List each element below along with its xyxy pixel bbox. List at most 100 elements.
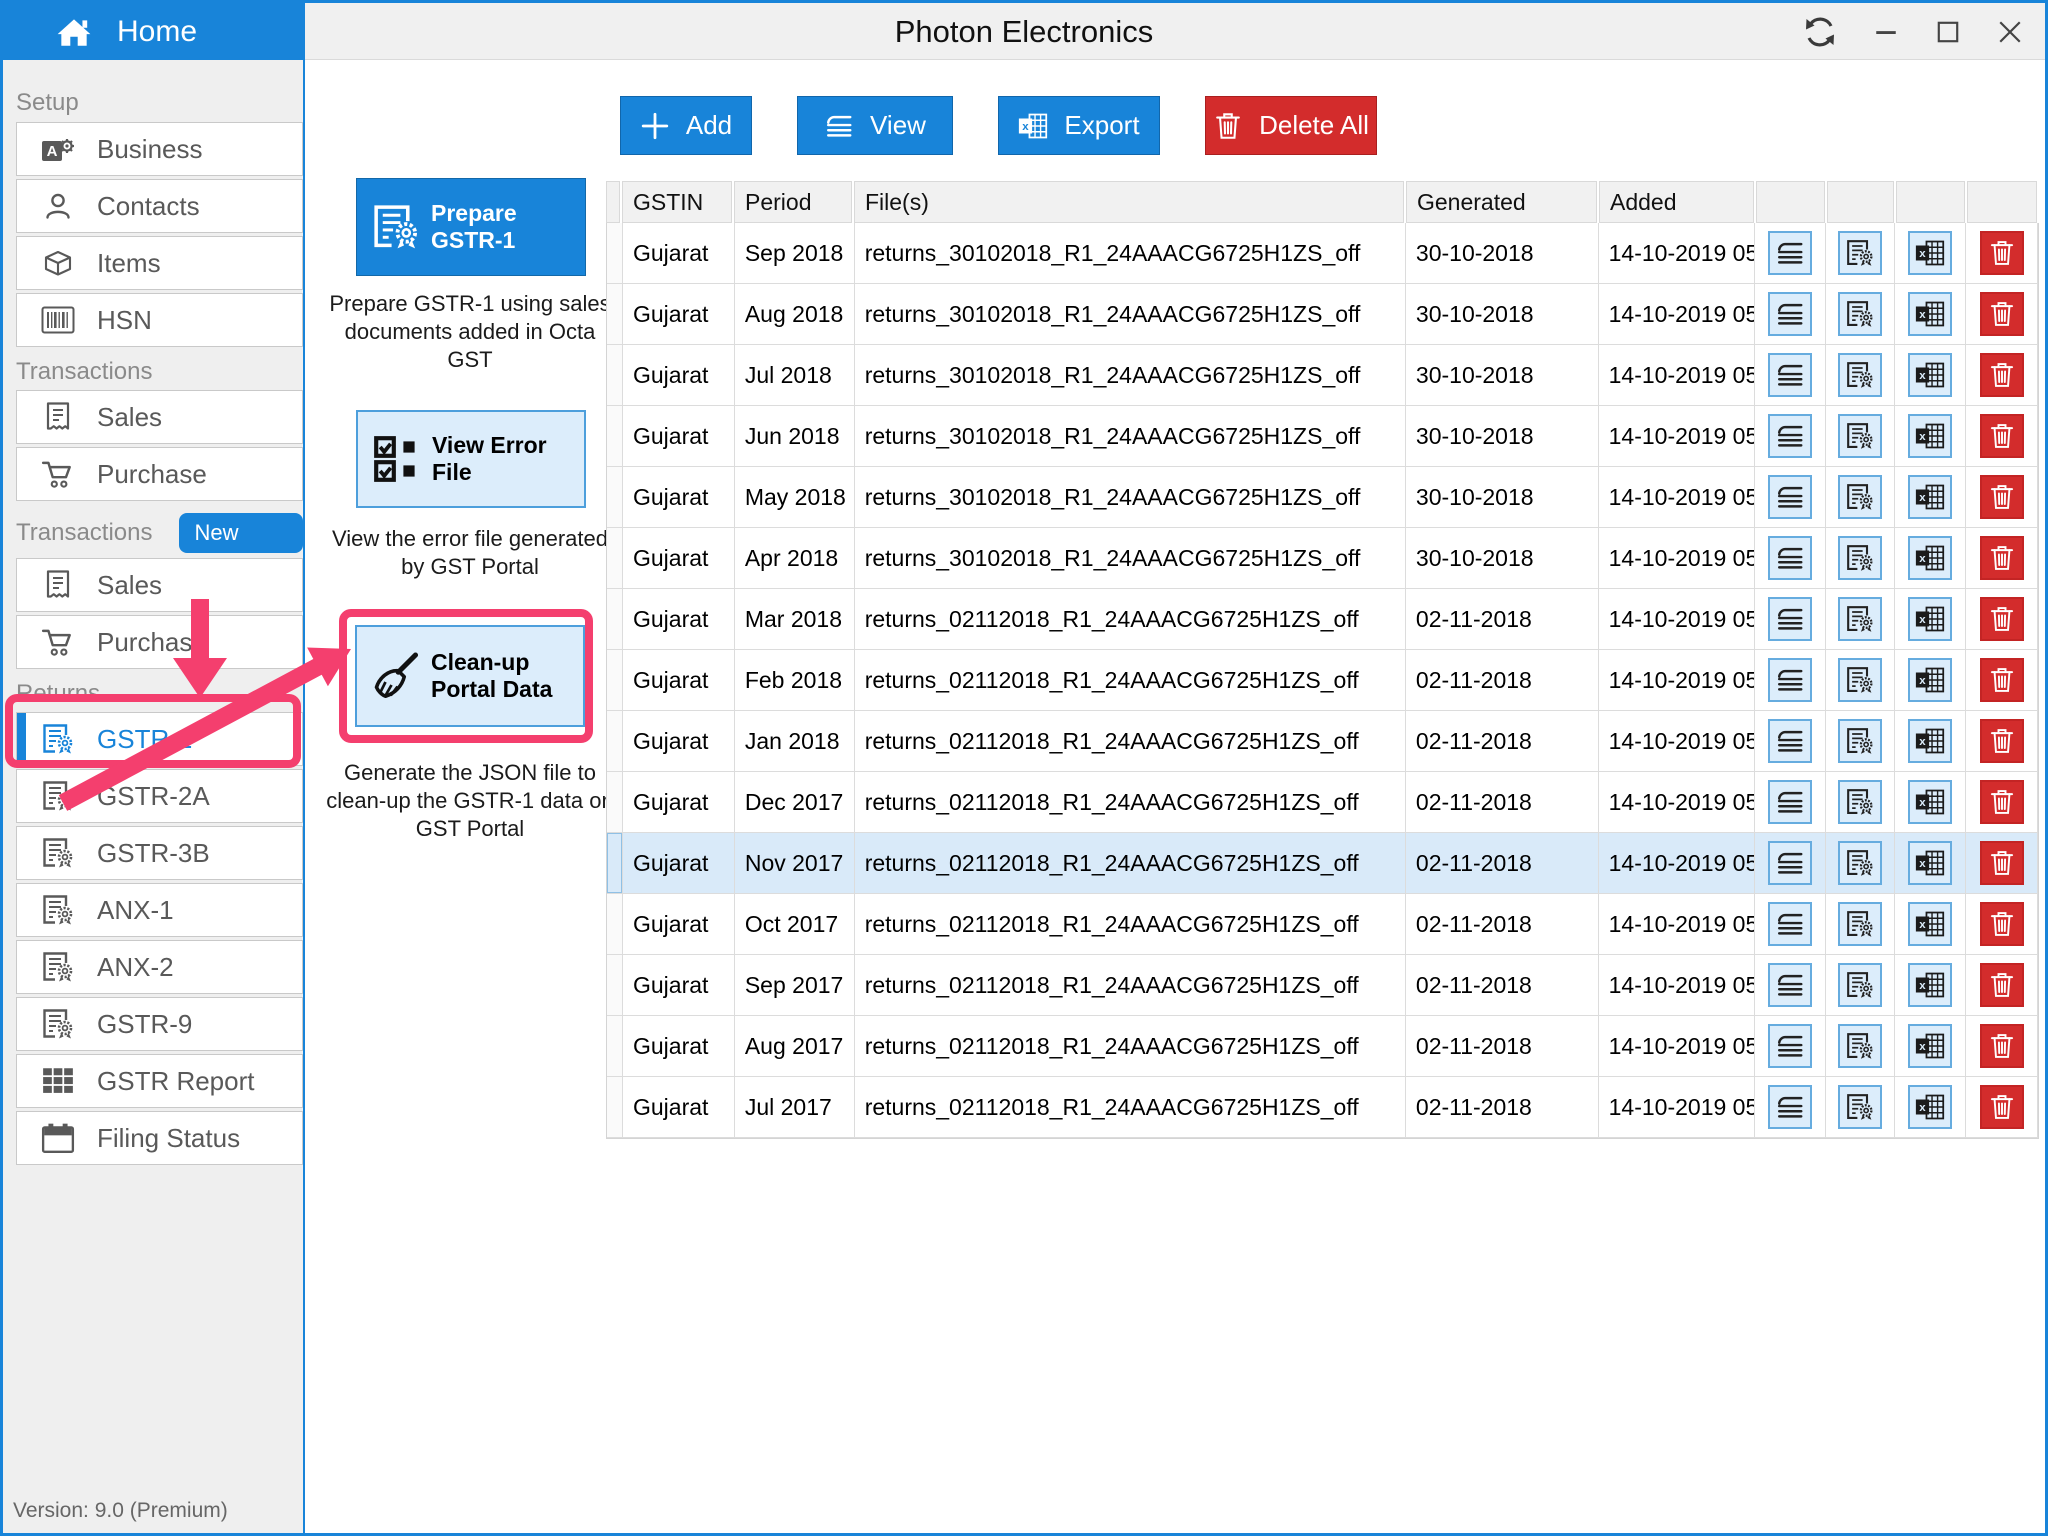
row-excel-button[interactable]: x: [1908, 1085, 1952, 1129]
add-button[interactable]: Add: [620, 96, 752, 155]
sidebar-item-anx-2[interactable]: ANX-2: [16, 940, 303, 994]
row-view-button[interactable]: [1768, 414, 1812, 458]
delete-all-button[interactable]: Delete All: [1205, 96, 1377, 155]
row-excel-button[interactable]: x: [1908, 414, 1952, 458]
row-excel-button[interactable]: x: [1908, 658, 1952, 702]
row-excel-button[interactable]: x: [1908, 475, 1952, 519]
row-view-button[interactable]: [1768, 597, 1812, 641]
row-view-button[interactable]: [1768, 536, 1812, 580]
row-delete-button[interactable]: [1980, 597, 2024, 641]
row-excel-button[interactable]: x: [1908, 780, 1952, 824]
table-row[interactable]: GujaratMar 2018returns_02112018_R1_24AAA…: [607, 589, 2038, 650]
sidebar-item-gstr-3b[interactable]: GSTR-3B: [16, 826, 303, 880]
sidebar-item-filing-status[interactable]: Filing Status: [16, 1111, 303, 1165]
row-delete-button[interactable]: [1980, 963, 2024, 1007]
row-certificate-button[interactable]: [1838, 1085, 1882, 1129]
table-row[interactable]: GujaratApr 2018returns_30102018_R1_24AAA…: [607, 528, 2038, 589]
minimize-button[interactable]: [1873, 19, 1899, 45]
sidebar-item-contacts[interactable]: Contacts: [16, 179, 303, 233]
table-row[interactable]: GujaratJul 2018returns_30102018_R1_24AAA…: [607, 345, 2038, 406]
row-delete-button[interactable]: [1980, 353, 2024, 397]
sidebar-item-purchase[interactable]: Purchase: [16, 447, 303, 501]
column-header-file-s-[interactable]: File(s): [854, 181, 1404, 223]
row-view-button[interactable]: [1768, 658, 1812, 702]
cleanup-portal-data-button[interactable]: Clean-up Portal Data: [355, 625, 585, 727]
row-delete-button[interactable]: [1980, 1085, 2024, 1129]
sidebar-item-business[interactable]: ABusiness: [16, 122, 303, 176]
row-excel-button[interactable]: x: [1908, 353, 1952, 397]
row-excel-button[interactable]: x: [1908, 292, 1952, 336]
row-certificate-button[interactable]: [1838, 719, 1882, 763]
sidebar-item-hsn[interactable]: HSN: [16, 293, 303, 347]
row-certificate-button[interactable]: [1838, 475, 1882, 519]
row-excel-button[interactable]: x: [1908, 1024, 1952, 1068]
column-header-added[interactable]: Added: [1599, 181, 1754, 223]
row-certificate-button[interactable]: [1838, 231, 1882, 275]
table-row[interactable]: GujaratSep 2018returns_30102018_R1_24AAA…: [607, 223, 2038, 284]
sidebar-item-gstr-9[interactable]: GSTR-9: [16, 997, 303, 1051]
row-view-button[interactable]: [1768, 1024, 1812, 1068]
row-view-button[interactable]: [1768, 1085, 1812, 1129]
row-delete-button[interactable]: [1980, 841, 2024, 885]
row-excel-button[interactable]: x: [1908, 231, 1952, 275]
row-excel-button[interactable]: x: [1908, 597, 1952, 641]
export-button[interactable]: x Export: [998, 96, 1160, 155]
row-excel-button[interactable]: x: [1908, 536, 1952, 580]
row-certificate-button[interactable]: [1838, 536, 1882, 580]
sidebar-item-items[interactable]: Items: [16, 236, 303, 290]
row-certificate-button[interactable]: [1838, 414, 1882, 458]
sidebar-item-sales[interactable]: Sales: [16, 390, 303, 444]
column-header-gstin[interactable]: GSTIN: [622, 181, 732, 223]
row-view-button[interactable]: [1768, 780, 1812, 824]
table-row[interactable]: GujaratJul 2017returns_02112018_R1_24AAA…: [607, 1077, 2038, 1138]
row-delete-button[interactable]: [1980, 780, 2024, 824]
row-delete-button[interactable]: [1980, 719, 2024, 763]
row-view-button[interactable]: [1768, 902, 1812, 946]
row-delete-button[interactable]: [1980, 902, 2024, 946]
row-delete-button[interactable]: [1980, 658, 2024, 702]
column-header-period[interactable]: Period: [734, 181, 852, 223]
row-delete-button[interactable]: [1980, 1024, 2024, 1068]
table-row[interactable]: GujaratNov 2017returns_02112018_R1_24AAA…: [607, 833, 2038, 894]
table-row[interactable]: GujaratSep 2017returns_02112018_R1_24AAA…: [607, 955, 2038, 1016]
row-view-button[interactable]: [1768, 963, 1812, 1007]
close-button[interactable]: [1997, 19, 2023, 45]
row-delete-button[interactable]: [1980, 231, 2024, 275]
table-row[interactable]: GujaratOct 2017returns_02112018_R1_24AAA…: [607, 894, 2038, 955]
row-certificate-button[interactable]: [1838, 658, 1882, 702]
row-certificate-button[interactable]: [1838, 292, 1882, 336]
row-view-button[interactable]: [1768, 292, 1812, 336]
row-certificate-button[interactable]: [1838, 841, 1882, 885]
row-certificate-button[interactable]: [1838, 902, 1882, 946]
prepare-gstr1-button[interactable]: Prepare GSTR-1: [356, 178, 586, 276]
view-error-file-button[interactable]: View Error File: [356, 410, 586, 508]
row-excel-button[interactable]: x: [1908, 719, 1952, 763]
row-excel-button[interactable]: x: [1908, 841, 1952, 885]
row-excel-button[interactable]: x: [1908, 963, 1952, 1007]
sidebar-item-anx-1[interactable]: ANX-1: [16, 883, 303, 937]
home-button[interactable]: Home: [3, 3, 305, 60]
row-certificate-button[interactable]: [1838, 353, 1882, 397]
sidebar-item-gstr-1[interactable]: GSTR-1: [16, 712, 303, 766]
sidebar-item-purchase[interactable]: Purchase: [16, 615, 303, 669]
column-header-generated[interactable]: Generated: [1406, 181, 1597, 223]
table-row[interactable]: GujaratMay 2018returns_30102018_R1_24AAA…: [607, 467, 2038, 528]
sidebar-item-gstr-report[interactable]: GSTR Report: [16, 1054, 303, 1108]
row-certificate-button[interactable]: [1838, 780, 1882, 824]
row-excel-button[interactable]: x: [1908, 902, 1952, 946]
row-view-button[interactable]: [1768, 231, 1812, 275]
row-view-button[interactable]: [1768, 353, 1812, 397]
row-delete-button[interactable]: [1980, 292, 2024, 336]
sidebar-item-gstr-2a[interactable]: GSTR-2A: [16, 769, 303, 823]
row-certificate-button[interactable]: [1838, 963, 1882, 1007]
view-button[interactable]: View: [797, 96, 953, 155]
table-row[interactable]: GujaratJan 2018returns_02112018_R1_24AAA…: [607, 711, 2038, 772]
table-row[interactable]: GujaratJun 2018returns_30102018_R1_24AAA…: [607, 406, 2038, 467]
row-view-button[interactable]: [1768, 841, 1812, 885]
row-view-button[interactable]: [1768, 719, 1812, 763]
row-view-button[interactable]: [1768, 475, 1812, 519]
table-row[interactable]: GujaratAug 2018returns_30102018_R1_24AAA…: [607, 284, 2038, 345]
row-delete-button[interactable]: [1980, 475, 2024, 519]
table-row[interactable]: GujaratAug 2017returns_02112018_R1_24AAA…: [607, 1016, 2038, 1077]
maximize-button[interactable]: [1935, 19, 1961, 45]
